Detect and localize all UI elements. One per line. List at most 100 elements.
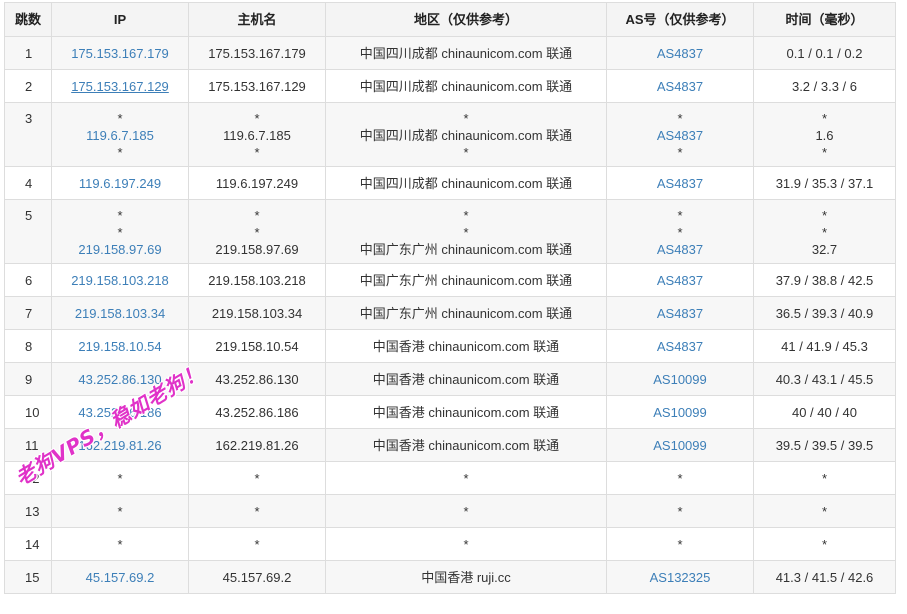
table-row: 12 * * * * *	[4, 461, 896, 495]
region-cell: 中国香港 chinaunicom.com 联通	[325, 395, 607, 429]
region-text: 中国广东广州 chinaunicom.com 联通	[359, 305, 573, 321]
header-time: 时间（毫秒）	[753, 2, 896, 37]
hostname-text: *	[254, 208, 260, 223]
table-row: 1 175.153.167.179 175.153.167.179 中国四川成都 ch…	[4, 36, 896, 70]
time-text: *	[821, 225, 828, 240]
time-cell: *	[753, 527, 896, 561]
header-ip: IP	[51, 2, 189, 37]
asn-link[interactable]: AS4837	[607, 78, 753, 95]
time-cell: 36.5 / 39.3 / 40.9	[753, 296, 896, 330]
region-text: 中国四川成都 chinaunicom.com 联通	[359, 78, 573, 94]
asn-cell: AS4837	[606, 36, 754, 70]
region-text: 中国香港 chinaunicom.com 联通	[372, 338, 560, 354]
asn-link[interactable]: AS4837	[607, 272, 753, 289]
ip-cell: 45.157.69.2	[51, 560, 189, 594]
asn-cell: *	[606, 461, 754, 495]
hop-number: 5	[4, 199, 52, 264]
ip-link[interactable]: 219.158.97.69	[52, 241, 188, 258]
ip-link[interactable]: 219.158.103.218	[52, 272, 188, 289]
table-body: 1 175.153.167.179 175.153.167.179 中国四川成都 ch…	[4, 36, 896, 594]
hostname-text: *	[254, 111, 260, 126]
table-row: 2 175.153.167.129 175.153.167.129 中国四川成都 ch…	[4, 69, 896, 103]
header-hop: 跳数	[4, 2, 52, 37]
hop-number: 14	[4, 527, 52, 561]
time-cell: * * 32.7	[753, 199, 896, 264]
region-cell: *	[325, 461, 607, 495]
time-cell: 40 / 40 / 40	[753, 395, 896, 429]
ip-text: *	[117, 111, 123, 126]
asn-text: *	[677, 470, 683, 486]
hostname-text: *	[254, 470, 260, 486]
asn-link[interactable]: AS4837	[607, 175, 753, 192]
time-cell: 37.9 / 38.8 / 42.5	[753, 263, 896, 297]
hostname-text: 45.157.69.2	[222, 569, 292, 585]
asn-link[interactable]: AS4837	[607, 241, 753, 258]
ip-cell: 219.158.103.218	[51, 263, 189, 297]
time-cell: 40.3 / 43.1 / 45.5	[753, 362, 896, 396]
ip-link[interactable]: 119.6.7.185	[52, 127, 188, 144]
ip-link[interactable]: 219.158.103.34	[52, 305, 188, 322]
hostname-text: 119.6.7.185	[223, 128, 291, 143]
ip-text: *	[117, 208, 123, 223]
region-text: 中国香港 chinaunicom.com 联通	[372, 404, 560, 420]
region-text: 中国广东广州 chinaunicom.com 联通	[359, 272, 573, 288]
table-row: 6 219.158.103.218 219.158.103.218 中国广东广州 ch…	[4, 263, 896, 297]
asn-link[interactable]: AS10099	[607, 437, 753, 454]
region-cell: 中国广东广州 chinaunicom.com 联通	[325, 296, 607, 330]
hop-number: 4	[4, 166, 52, 200]
region-text: *	[463, 145, 469, 160]
ip-cell: * * 219.158.97.69	[51, 199, 189, 264]
asn-cell: *	[606, 494, 754, 528]
ip-link[interactable]: 175.153.167.129	[52, 78, 188, 95]
ip-link[interactable]: 119.6.197.249	[52, 175, 188, 192]
hostname-text: *	[254, 145, 260, 160]
time-cell: 31.9 / 35.3 / 37.1	[753, 166, 896, 200]
hop-number: 8	[4, 329, 52, 363]
asn-cell: * AS4837 *	[606, 102, 754, 167]
ip-text: *	[117, 470, 123, 486]
asn-cell: AS4837	[606, 263, 754, 297]
table-row: 11 162.219.81.26 162.219.81.26 中国香港 chinaun…	[4, 428, 896, 462]
ip-cell: 119.6.197.249	[51, 166, 189, 200]
table-header: 跳数 IP 主机名 地区（仅供参考） AS号（仅供参考） 时间（毫秒）	[4, 2, 896, 37]
hop-number: 13	[4, 494, 52, 528]
region-text: *	[463, 503, 469, 519]
asn-cell: AS4837	[606, 329, 754, 363]
hostname-text: *	[254, 503, 260, 519]
hop-number: 15	[4, 560, 52, 594]
ip-cell: 175.153.167.179	[51, 36, 189, 70]
hostname-cell: 175.153.167.179	[188, 36, 326, 70]
hop-number: 1	[4, 36, 52, 70]
asn-cell: *	[606, 527, 754, 561]
time-text: 40 / 40 / 40	[791, 404, 858, 420]
asn-cell: AS10099	[606, 362, 754, 396]
time-text: 40.3 / 43.1 / 45.5	[775, 371, 874, 387]
time-text: 1.6	[815, 128, 834, 143]
asn-link[interactable]: AS10099	[607, 371, 753, 388]
asn-link[interactable]: AS4837	[607, 338, 753, 355]
ip-link[interactable]: 45.157.69.2	[52, 569, 188, 586]
region-text: *	[463, 225, 469, 240]
asn-link[interactable]: AS4837	[607, 127, 753, 144]
hostname-text: 219.158.97.69	[215, 242, 299, 257]
time-text: 41.3 / 41.5 / 42.6	[775, 569, 874, 585]
ip-cell: *	[51, 494, 189, 528]
asn-link[interactable]: AS10099	[607, 404, 753, 421]
region-cell: 中国四川成都 chinaunicom.com 联通	[325, 69, 607, 103]
asn-link[interactable]: AS132325	[607, 569, 753, 586]
ip-link[interactable]: 219.158.10.54	[52, 338, 188, 355]
ip-text: *	[117, 503, 123, 519]
table-row: 15 45.157.69.2 45.157.69.2 中国香港 ruji.cc AS13…	[4, 560, 896, 594]
asn-link[interactable]: AS4837	[607, 305, 753, 322]
table-row: 7 219.158.103.34 219.158.103.34 中国广东广州 chin…	[4, 296, 896, 330]
region-cell: *	[325, 494, 607, 528]
time-cell: *	[753, 461, 896, 495]
time-cell: 41 / 41.9 / 45.3	[753, 329, 896, 363]
asn-link[interactable]: AS4837	[607, 45, 753, 62]
time-text: 0.1 / 0.1 / 0.2	[786, 45, 863, 61]
hostname-cell: 175.153.167.129	[188, 69, 326, 103]
ip-link[interactable]: 175.153.167.179	[52, 45, 188, 62]
hostname-text: *	[254, 225, 260, 240]
region-cell: *	[325, 527, 607, 561]
hostname-text: 175.153.167.179	[208, 45, 306, 61]
